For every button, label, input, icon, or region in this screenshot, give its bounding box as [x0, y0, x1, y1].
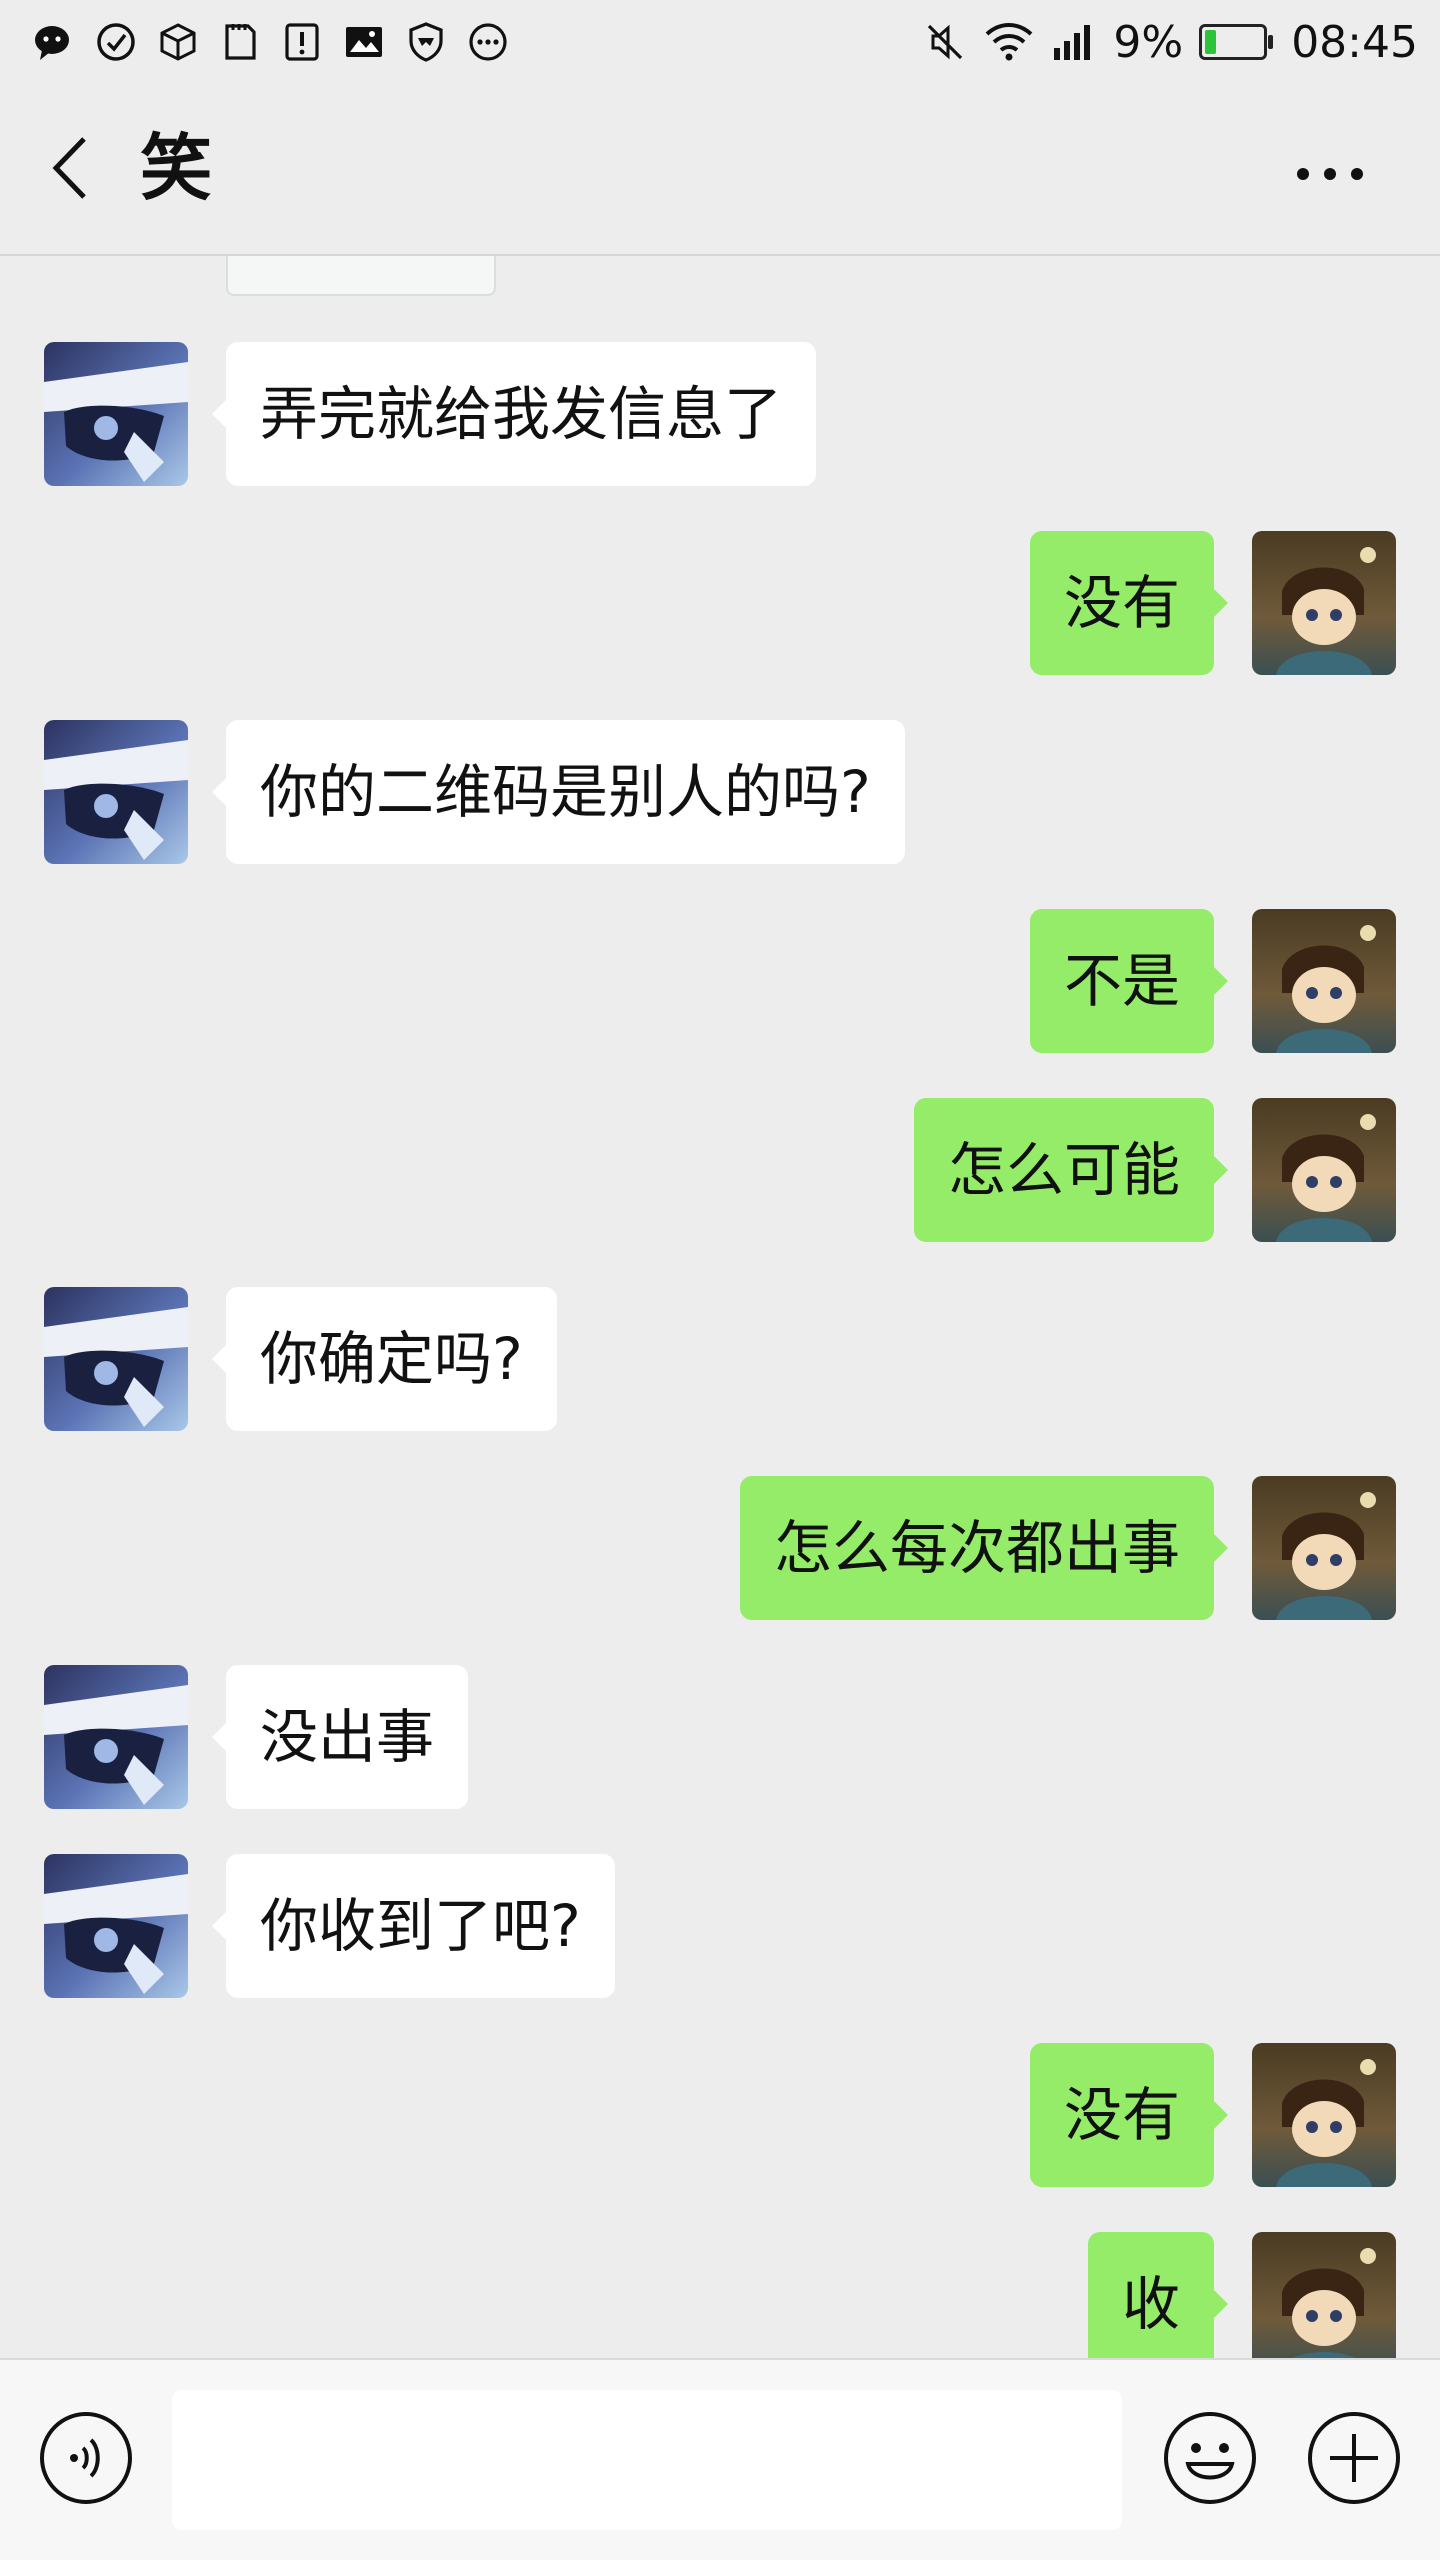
status-system-icons: 9% 08:45 [923, 10, 1418, 74]
chevron-left-icon [52, 137, 86, 199]
contact-avatar[interactable] [44, 1854, 188, 1998]
contact-avatar[interactable] [44, 342, 188, 486]
battery-percent: 9% [1113, 16, 1184, 68]
my-avatar[interactable] [1252, 1098, 1396, 1242]
message-row: 没有 [0, 531, 1440, 681]
contact-avatar[interactable] [44, 720, 188, 864]
chat-title: 笑 [140, 125, 213, 210]
message-row: 收 [0, 2232, 1440, 2360]
message-bubble[interactable]: 你收到了吧? [212, 1854, 615, 1998]
message-row: 怎么可能 [0, 1098, 1440, 1248]
message-row: 你收到了吧? [0, 1854, 1440, 2004]
message-bubble[interactable]: 你确定吗? [212, 1287, 557, 1431]
message-bubble[interactable]: 弄完就给我发信息了 [211, 342, 817, 486]
battery-level-fill [1205, 30, 1217, 54]
my-avatar[interactable] [1252, 2232, 1396, 2360]
emoji-icon [1164, 2412, 1256, 2504]
more-options-button[interactable] [1280, 154, 1380, 194]
signal-icon [1051, 20, 1097, 64]
message-bubble[interactable]: 没有 [1029, 2043, 1229, 2187]
sim-card-icon [218, 20, 262, 64]
status-notification-icons [32, 16, 510, 68]
message-bubble[interactable]: 没有 [1029, 531, 1229, 675]
voice-input-button[interactable] [38, 2410, 134, 2506]
message-bubble[interactable]: 怎么可能 [913, 1098, 1229, 1242]
battery-icon [1199, 24, 1274, 60]
message-bubble[interactable]: 不是 [1029, 909, 1229, 1053]
mute-icon [923, 20, 967, 64]
my-avatar[interactable] [1252, 1476, 1396, 1620]
message-bubble[interactable]: 你的二维码是别人的吗? [212, 720, 905, 864]
message-bubble[interactable]: 怎么每次都出事 [739, 1476, 1229, 1620]
message-row: 你确定吗? [0, 1287, 1440, 1437]
clock: 08:45 [1291, 16, 1418, 68]
voice-icon [40, 2412, 132, 2504]
wifi-icon [983, 20, 1035, 64]
message-input[interactable] [172, 2390, 1122, 2530]
my-avatar[interactable] [1252, 909, 1396, 1053]
status-bar: 9% 08:45 [0, 0, 1440, 84]
plus-icon [1308, 2412, 1400, 2504]
contact-avatar[interactable] [44, 1287, 188, 1431]
check-circle-icon [94, 20, 138, 64]
my-avatar[interactable] [1252, 2043, 1396, 2187]
message-bubble[interactable]: 没出事 [211, 1665, 469, 1809]
shield-icon [404, 20, 448, 64]
message-row: 没出事 [0, 1665, 1440, 1815]
message-row: 怎么每次都出事 [0, 1476, 1440, 1626]
more-horizontal-icon [1297, 168, 1363, 180]
message-row: 你的二维码是别人的吗? [0, 720, 1440, 870]
box-icon [156, 20, 200, 64]
image-icon [342, 20, 386, 64]
back-button[interactable] [40, 128, 100, 208]
emoji-button[interactable] [1162, 2410, 1258, 2506]
image-message-preview[interactable] [226, 256, 496, 296]
wechat-icon [32, 20, 76, 64]
more-actions-button[interactable] [1306, 2410, 1402, 2506]
message-row: 不是 [0, 909, 1440, 1059]
message-row: 弄完就给我发信息了 [0, 342, 1440, 492]
more-circle-icon [466, 20, 510, 64]
chat-message-list[interactable]: 弄完就给我发信息了 没有 你的二维码是别人的吗? 不是 怎么可能 你确定吗? 怎… [0, 256, 1440, 2360]
my-avatar[interactable] [1252, 531, 1396, 675]
contact-avatar[interactable] [44, 1665, 188, 1809]
input-bar [0, 2358, 1440, 2560]
message-row: 没有 [0, 2043, 1440, 2193]
message-bubble[interactable]: 收 [1087, 2232, 1229, 2360]
chat-header: 笑 [0, 84, 1440, 256]
alert-card-icon [280, 20, 324, 64]
